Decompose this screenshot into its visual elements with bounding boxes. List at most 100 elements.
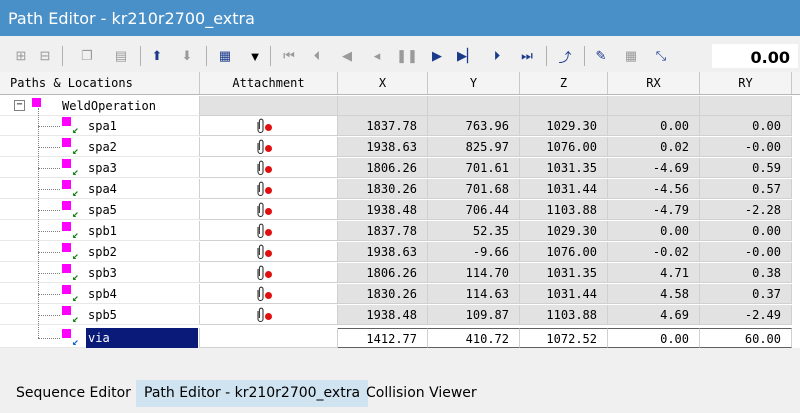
cell-ry[interactable]: -0.00 [700,242,792,262]
cell-y[interactable]: 701.61 [428,158,520,178]
cell-x[interactable]: 1830.26 [338,284,428,304]
tab-collision-viewer[interactable]: Collision Viewer [358,380,485,407]
location-name[interactable]: spb1 [88,221,117,241]
cell-y[interactable]: 114.63 [428,284,520,304]
dropdown-icon[interactable]: ▼ [244,45,266,67]
location-name[interactable]: spa4 [88,179,117,199]
cell-x[interactable]: 1830.26 [338,179,428,199]
cell-z[interactable]: 1076.00 [520,242,608,262]
location-name[interactable]: spa3 [88,158,117,178]
location-name[interactable]: spb3 [88,263,117,283]
cell-x[interactable]: 1837.78 [338,116,428,136]
cell-rx[interactable]: -4.56 [608,179,700,199]
step-forward-icon[interactable]: ▶▏ [456,45,478,67]
cell-x[interactable]: 1806.26 [338,263,428,283]
table-row[interactable]: ↙ spa4 1830.26 701.68 1031.44 -4.56 0.57 [0,179,800,199]
cell-y[interactable]: 825.97 [428,137,520,157]
remove-location-icon[interactable]: ⊟ [34,45,56,67]
col-ry[interactable]: RY [700,72,792,94]
tab-sequence-editor[interactable]: Sequence Editor [8,380,139,407]
col-z[interactable]: Z [520,72,608,94]
cell-y[interactable]: 52.35 [428,221,520,241]
cell-x[interactable]: 1412.77 [338,328,428,348]
jump-to-end-icon[interactable]: ⏭ [516,45,538,67]
cell-x[interactable]: 1938.63 [338,137,428,157]
add-location-icon[interactable]: ⊞ [10,45,32,67]
cell-y[interactable]: -9.66 [428,242,520,262]
cell-rx[interactable]: -0.02 [608,242,700,262]
cell-ry[interactable]: 0.59 [700,158,792,178]
cell-z[interactable]: 1031.35 [520,263,608,283]
table-row[interactable]: ↙ spa5 1938.48 706.44 1103.88 -4.79 -2.28 [0,200,800,220]
play-icon[interactable]: ▶ [426,45,448,67]
cell-y[interactable]: 701.68 [428,179,520,199]
cell-ry[interactable]: 0.37 [700,284,792,304]
cell-rx[interactable]: 4.71 [608,263,700,283]
col-y[interactable]: Y [428,72,520,94]
step-to-end-icon[interactable]: ⏵ [486,45,508,67]
cell-x[interactable]: 1837.78 [338,221,428,241]
cell-z[interactable]: 1029.30 [520,221,608,241]
move-up-icon[interactable]: ⬆ [146,45,168,67]
cell-x[interactable]: 1938.48 [338,200,428,220]
cell-rx[interactable]: 0.00 [608,221,700,241]
cell-z[interactable]: 1031.44 [520,284,608,304]
cell-z[interactable]: 1103.88 [520,305,608,325]
operation-row[interactable]: − WeldOperation [0,96,800,116]
cell-ry[interactable]: -2.49 [700,305,792,325]
cell-y[interactable]: 410.72 [428,328,520,348]
grid-icon[interactable]: ▦ [620,45,642,67]
paste-icon[interactable]: ▤ [110,45,132,67]
pause-icon[interactable]: ❚❚ [396,45,418,67]
table-row-selected[interactable]: ↙ via 1412.77 410.72 1072.52 0.00 60.00 [0,328,800,348]
col-x[interactable]: X [338,72,428,94]
table-row[interactable]: ↙ spb3 1806.26 114.70 1031.35 4.71 0.38 [0,263,800,283]
cell-ry[interactable]: 0.00 [700,221,792,241]
table-row[interactable]: ↙ spb2 1938.63 -9.66 1076.00 -0.02 -0.00 [0,242,800,262]
location-name[interactable]: spb4 [88,284,117,304]
cell-ry[interactable]: -2.28 [700,200,792,220]
cell-ry[interactable]: 0.57 [700,179,792,199]
table-row[interactable]: ↙ spb5 1938.48 109.87 1103.88 4.69 -2.49 [0,305,800,325]
jump-to-start-icon[interactable]: ⏮ [278,45,300,67]
cell-ry[interactable]: 60.00 [700,328,792,348]
table-row[interactable]: ↙ spa2 1938.63 825.97 1076.00 0.02 -0.00 [0,137,800,157]
attribute-table-icon[interactable]: ▦ [214,45,236,67]
cell-x[interactable]: 1806.26 [338,158,428,178]
copy-icon[interactable]: ❐ [76,45,98,67]
cell-z[interactable]: 1103.88 [520,200,608,220]
play-back-icon[interactable]: ◂ [366,45,388,67]
cell-ry[interactable]: 0.38 [700,263,792,283]
cell-rx[interactable]: 4.58 [608,284,700,304]
step-back-icon[interactable]: ◀ [336,45,358,67]
col-attachment[interactable]: Attachment [200,72,338,94]
collapse-icon[interactable]: − [14,100,25,111]
location-name[interactable]: spa2 [88,137,117,157]
cell-z[interactable]: 1029.30 [520,116,608,136]
location-name[interactable]: via [86,328,198,348]
cell-rx[interactable]: -4.69 [608,158,700,178]
cell-ry[interactable]: 0.00 [700,116,792,136]
cell-x[interactable]: 1938.48 [338,305,428,325]
location-name[interactable]: spb2 [88,242,117,262]
step-to-start-icon[interactable]: ⏴ [306,45,328,67]
properties-icon[interactable]: ✎ [590,45,612,67]
table-row[interactable]: ↙ spb4 1830.26 114.63 1031.44 4.58 0.37 [0,284,800,304]
table-row[interactable]: ↙ spa3 1806.26 701.61 1031.35 -4.69 0.59 [0,158,800,178]
teach-icon[interactable]: ⤴ [554,45,576,67]
cell-z[interactable]: 1031.35 [520,158,608,178]
cell-rx[interactable]: 0.00 [608,116,700,136]
cell-z[interactable]: 1072.52 [520,328,608,348]
snap-icon[interactable]: ⤡ [650,45,672,67]
move-down-icon[interactable]: ⬇ [176,45,198,67]
col-rx[interactable]: RX [608,72,700,94]
tab-path-editor[interactable]: Path Editor - kr210r2700_extra [136,380,369,407]
table-row[interactable]: ↙ spa1 1837.78 763.96 1029.30 0.00 0.00 [0,116,800,136]
location-name[interactable]: spa5 [88,200,117,220]
cell-z[interactable]: 1031.44 [520,179,608,199]
cell-rx[interactable]: 0.02 [608,137,700,157]
table-row[interactable]: ↙ spb1 1837.78 52.35 1029.30 0.00 0.00 [0,221,800,241]
cell-y[interactable]: 706.44 [428,200,520,220]
col-paths-locations[interactable]: Paths & Locations [0,72,200,94]
location-name[interactable]: spa1 [88,116,117,136]
